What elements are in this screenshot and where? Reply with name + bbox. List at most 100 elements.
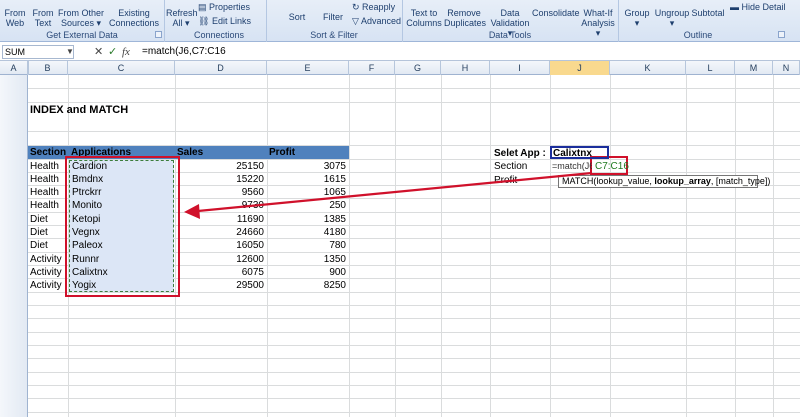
enter-icon[interactable]: ✓	[108, 45, 117, 59]
cell-profit[interactable]: 1065	[267, 186, 346, 199]
cell-section[interactable]: Diet	[30, 226, 48, 239]
name-box-dropdown-icon[interactable]: ▼	[66, 45, 74, 59]
cell-profit[interactable]: 1385	[267, 213, 346, 226]
cell-profit[interactable]: 900	[267, 266, 346, 279]
section-formula-cell[interactable]: =match(J6,	[552, 160, 592, 173]
column-header-a[interactable]: A	[0, 61, 28, 75]
properties-button[interactable]: ▤ Properties	[198, 2, 250, 12]
column-header-l[interactable]: L	[686, 61, 735, 75]
gridline	[735, 75, 736, 417]
cell-profit[interactable]: 250	[267, 199, 346, 212]
cancel-icon[interactable]: ✕	[94, 45, 103, 59]
cell-section[interactable]: Diet	[30, 213, 48, 226]
cell-section[interactable]: Diet	[30, 239, 48, 252]
select-app-label: Selet App :	[494, 148, 546, 159]
cell-profit[interactable]: 780	[267, 239, 346, 252]
button-label: Advanced	[360, 16, 401, 26]
column-header-e[interactable]: E	[267, 61, 349, 75]
button-label: Data	[500, 8, 520, 18]
consolidate-button[interactable]: Consolidate	[532, 8, 580, 18]
section-label: Section	[494, 161, 528, 172]
sort-button[interactable]: Sort	[284, 12, 310, 22]
column-header-m[interactable]: M	[735, 61, 773, 75]
group-dialog-launcher-icon[interactable]	[778, 31, 785, 38]
column-header-k[interactable]: K	[610, 61, 686, 75]
button-label: Existing	[118, 8, 150, 18]
cell-section[interactable]: Health	[30, 173, 59, 186]
cell-section[interactable]: Activity	[30, 253, 62, 266]
button-label: Edit Links	[211, 16, 251, 26]
cell-sales[interactable]: 9560	[175, 186, 264, 199]
cell-sales[interactable]: 16050	[175, 239, 264, 252]
tooltip-text: MATCH(lookup_value,	[562, 176, 655, 186]
gridline	[28, 88, 800, 89]
cell-profit[interactable]: 1350	[267, 253, 346, 266]
column-header-h[interactable]: H	[441, 61, 490, 75]
ribbon-data-tab: From Web From Text From Other Sources ▾ Exi…	[0, 0, 800, 42]
reapply-icon: ↻	[352, 2, 363, 12]
name-box[interactable]: SUM	[2, 45, 74, 59]
cell-sales[interactable]: 11690	[175, 213, 264, 226]
formula-input[interactable]: =match(J6,C7:C16	[142, 45, 226, 59]
button-label: Sources ▾	[60, 18, 102, 28]
hide-detail-button[interactable]: ▬ Hide Detail	[730, 2, 786, 12]
column-header-i[interactable]: I	[490, 61, 550, 75]
text-to-columns-button[interactable]: Text to Columns	[406, 8, 442, 28]
group-dialog-launcher-icon[interactable]	[155, 31, 162, 38]
cell-profit[interactable]: 3075	[267, 160, 346, 173]
link-icon: ⛓	[198, 16, 212, 26]
function-tooltip: MATCH(lookup_value, lookup_array, [match…	[558, 175, 770, 188]
cell-sales[interactable]: 29500	[175, 279, 264, 292]
from-text-button[interactable]: From Text	[30, 8, 56, 28]
group-get-external-data: Get External Data	[46, 30, 118, 40]
gridline	[490, 75, 491, 417]
column-header-n[interactable]: N	[773, 61, 800, 75]
column-header-b[interactable]: B	[28, 61, 68, 75]
cell-section[interactable]: Activity	[30, 266, 62, 279]
ungroup-button[interactable]: Ungroup ▾	[654, 8, 690, 28]
name-box-value: SUM	[5, 47, 25, 57]
cell-profit[interactable]: 8250	[267, 279, 346, 292]
column-header-c[interactable]: C	[68, 61, 175, 75]
cell-sales[interactable]: 6075	[175, 266, 264, 279]
highlight-applications-range	[65, 156, 180, 297]
cell-sales[interactable]: 15220	[175, 173, 264, 186]
cell-section[interactable]: Health	[30, 186, 59, 199]
properties-icon: ▤	[198, 2, 210, 12]
refresh-all-button[interactable]: Refresh All ▾	[166, 8, 198, 28]
from-other-sources-button[interactable]: From Other Sources ▾	[58, 8, 104, 28]
column-header-f[interactable]: F	[349, 61, 395, 75]
reapply-button[interactable]: ↻ Reapply	[352, 2, 395, 12]
edit-links-button[interactable]: ⛓ Edit Links	[198, 16, 251, 26]
cell-sales[interactable]: 25150	[175, 160, 264, 173]
cell-sales[interactable]: 24660	[175, 226, 264, 239]
minus-icon: ▬	[730, 2, 742, 12]
subtotal-button[interactable]: Subtotal	[690, 8, 726, 18]
advanced-filter-button[interactable]: ▽ Advanced	[352, 16, 401, 26]
cell-section[interactable]: Health	[30, 160, 59, 173]
cell-profit[interactable]: 4180	[267, 226, 346, 239]
column-header-d[interactable]: D	[175, 61, 267, 75]
gridline	[610, 75, 611, 417]
existing-connections-button[interactable]: Existing Connections	[108, 8, 160, 28]
column-header-j[interactable]: J	[550, 61, 610, 75]
select-app-value[interactable]: Calixtnx	[553, 147, 592, 160]
button-label: From	[4, 8, 26, 18]
button-label: Duplicates	[444, 18, 487, 28]
cell-section[interactable]: Activity	[30, 279, 62, 292]
column-header-g[interactable]: G	[395, 61, 441, 75]
cell-sales[interactable]: 9730	[175, 199, 264, 212]
group-button[interactable]: Group ▾	[622, 8, 652, 28]
cell-profit[interactable]: 1615	[267, 173, 346, 186]
section-formula-range: C7:C16	[595, 161, 629, 172]
tooltip-current-arg: lookup_array	[654, 176, 711, 186]
cell-section[interactable]: Health	[30, 199, 59, 212]
remove-duplicates-button[interactable]: Remove Duplicates	[444, 8, 487, 28]
button-label: Properties	[209, 2, 251, 12]
cell-sales[interactable]: 12600	[175, 253, 264, 266]
from-web-button[interactable]: From Web	[2, 8, 28, 28]
button-label: From	[32, 8, 54, 18]
insert-function-icon[interactable]: fx	[122, 45, 130, 59]
filter-button[interactable]: Filter	[320, 12, 346, 22]
button-label: Group	[624, 8, 650, 18]
